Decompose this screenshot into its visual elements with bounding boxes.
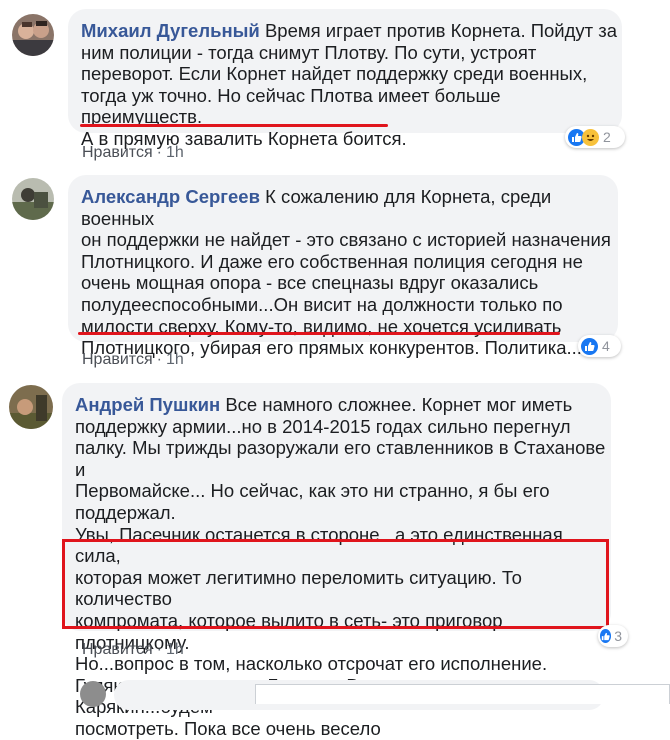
comment-line: посмотреть. Пока все очень весело [75,717,381,739]
timestamp[interactable]: 1h [166,144,184,161]
haha-icon [582,128,599,146]
comment-line: палку. Мы трижды разоружали его ставленн… [75,437,606,480]
comment-line: тогда уж точно. Но сейчас Плотва имеет б… [81,84,501,128]
comment-line: Первомайске... Но сейчас, как это ни стр… [75,480,550,502]
comment-actions: Нравится · 1h [82,351,184,369]
reaction-count: 2 [603,129,611,145]
reaction-summary[interactable]: 4 [578,335,621,357]
separator: · [156,351,162,368]
reaction-summary[interactable]: 2 [565,126,625,148]
avatar[interactable] [9,385,53,429]
avatar[interactable] [12,178,54,220]
avatar[interactable] [12,14,54,56]
avatar[interactable] [80,681,106,707]
comment-line: Плотницкого. И даже его собственная поли… [81,250,583,272]
input-box[interactable] [255,684,670,704]
red-underline [80,124,388,127]
timestamp[interactable]: 1h [166,641,184,658]
red-underline [78,332,560,335]
avatar-photo [12,178,54,220]
comment-author[interactable]: Александр Сергеев [81,186,260,207]
comment-line: поддержал. [75,501,176,523]
reaction-count: 4 [602,338,610,354]
comment-line: переворот. Если Корнет найдет поддержку … [81,63,588,85]
separator: · [156,641,162,658]
like-button[interactable]: Нравится [82,144,153,161]
timestamp[interactable]: 1h [166,351,184,368]
like-button[interactable]: Нравится [82,641,153,658]
comment-bubble: Михаил Дугельный Время играет против Кор… [68,9,622,149]
comment-line: он поддержки не найдет - это связано с и… [81,229,611,251]
avatar-photo [12,14,54,56]
comment-author[interactable]: Андрей Пушкин [75,394,220,415]
reaction-count: 3 [614,628,622,644]
like-icon [581,337,598,355]
comment-text: Михаил Дугельный Время играет против Кор… [81,20,621,150]
comment-author[interactable]: Михаил Дугельный [81,20,260,41]
reaction-summary[interactable]: 3 [598,625,628,647]
red-highlight-box [62,539,609,629]
comment-line: поддержку армии...но в 2014-2015 годах с… [75,415,571,437]
comment-actions: Нравится · 1h [82,144,184,162]
comment-line: ним полиции - тогда снимут Плотву. По су… [81,41,537,63]
comment-actions: Нравится · 1h [82,641,184,659]
separator: · [156,144,162,161]
like-button[interactable]: Нравится [82,351,153,368]
avatar-photo [9,385,53,429]
comment-bubble: Александр Сергеев К сожалению для Корнет… [68,175,618,358]
comment-line: Все намного сложнее. Корнет мог иметь [225,394,573,415]
comment-line: очень мощная опора - все спецназы вдруг … [81,272,539,294]
like-icon [600,629,612,643]
comment-line: полудееспособными...Он висит на должност… [81,293,563,315]
comment-line: Время играет против Корнета. Пойдут за [264,20,618,41]
